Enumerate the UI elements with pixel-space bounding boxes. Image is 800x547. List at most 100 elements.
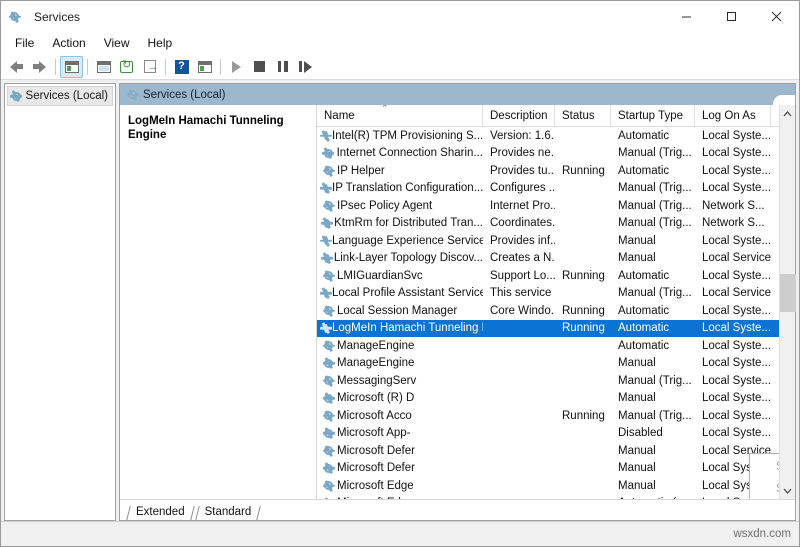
help-button[interactable]: ?: [170, 56, 193, 78]
scrollbar-thumb[interactable]: [780, 274, 796, 312]
column-header-name[interactable]: Name⌃: [317, 105, 483, 126]
cell-text: Coordinates...: [490, 217, 555, 229]
table-row[interactable]: ManageEngineAutomaticLocal Syste...: [317, 337, 779, 355]
cell-logon: Local Syste...: [695, 410, 771, 422]
cell-name: Link-Layer Topology Discov...: [317, 252, 483, 264]
table-row[interactable]: Microsoft DeferManualLocal Syste...: [317, 460, 779, 478]
cell-description: Coordinates...: [483, 217, 555, 229]
table-row[interactable]: IPsec Policy AgentInternet Pro...Manual …: [317, 197, 779, 215]
cell-text: This service ...: [490, 287, 555, 299]
view-tabs: ExtendedStandard: [120, 499, 795, 520]
cell-startup: Manual (Trig...: [611, 375, 695, 387]
tab-standard[interactable]: Standard: [195, 505, 262, 520]
cell-text: Local Syste...: [702, 165, 771, 177]
column-header-description[interactable]: Description: [483, 105, 555, 126]
table-row[interactable]: ManageEngineManualLocal Syste...: [317, 355, 779, 373]
pause-service-button[interactable]: [271, 56, 294, 78]
cell-text: IP Translation Configuration...: [332, 182, 483, 194]
column-header-label: Status: [562, 110, 595, 122]
forward-button[interactable]: [28, 56, 51, 78]
cell-text: Microsoft Edge: [337, 497, 414, 499]
services-gear-icon: [324, 306, 333, 315]
close-button[interactable]: [754, 1, 799, 32]
cell-text: Disabled: [618, 427, 663, 439]
export-list-button[interactable]: [138, 56, 161, 78]
cell-logon: Local Service: [695, 252, 771, 264]
back-button[interactable]: [5, 56, 28, 78]
cell-text: Manual: [618, 480, 656, 492]
cell-name: Microsoft Edge: [317, 480, 483, 492]
table-row[interactable]: LogMeIn Hamachi Tunneling EngineRunningA…: [317, 320, 779, 338]
table-row[interactable]: Link-Layer Topology Discov...Creates a N…: [317, 250, 779, 268]
restart-service-button[interactable]: [294, 56, 317, 78]
services-gear-icon: [324, 289, 328, 298]
arrow-left-icon: [10, 61, 23, 73]
services-gear-icon: [10, 8, 27, 25]
cell-text: Local Syste...: [702, 375, 771, 387]
toolbar-separator-4: [220, 59, 221, 75]
services-gear-icon: [324, 201, 333, 210]
cell-text: Microsoft App-: [337, 427, 411, 439]
cell-text: Network S...: [702, 200, 765, 212]
scrollbar-track[interactable]: [780, 122, 796, 482]
cell-text: Local Syste...: [702, 182, 771, 194]
cell-name: Language Experience Service: [317, 235, 483, 247]
services-gear-icon: [324, 219, 330, 228]
cell-description: Provides ne...: [483, 147, 555, 159]
cell-name: KtmRm for Distributed Tran...: [317, 217, 483, 229]
column-header-log-on-as[interactable]: Log On As: [695, 105, 771, 126]
context-menu-item-label: Stop: [776, 483, 779, 495]
table-row[interactable]: IP HelperProvides tu...RunningAutomaticL…: [317, 162, 779, 180]
table-row[interactable]: Language Experience Service Provides inf.…: [317, 232, 779, 250]
cell-logon: Local Syste...: [695, 130, 771, 142]
table-row[interactable]: Internet Connection Sharin...Provides ne…: [317, 145, 779, 163]
table-row[interactable]: Local Session ManagerCore Windo...Runnin…: [317, 302, 779, 320]
stop-service-button[interactable]: [248, 56, 271, 78]
table-row[interactable]: Microsoft AccoRunningManual (Trig...Loca…: [317, 407, 779, 425]
table-row[interactable]: MessagingServ Manual (Trig... Local Syste.…: [317, 372, 779, 390]
table-row[interactable]: Intel(R) TPM Provisioning S...Version: 1…: [317, 127, 779, 145]
cell-text: Manual (Trig...: [618, 200, 692, 212]
table-row[interactable]: KtmRm for Distributed Tran... Coordinates…: [317, 215, 779, 233]
pane-content: LogMeIn Hamachi Tunneling Engine Name⌃De…: [120, 105, 795, 499]
show-action-pane-button[interactable]: [193, 56, 216, 78]
table-row[interactable]: IP Translation Configuration...Configure…: [317, 180, 779, 198]
cell-name: LogMeIn Hamachi Tunneling Engine: [317, 322, 483, 334]
cell-text: Local Syste...: [702, 270, 771, 282]
services-gear-icon: [324, 271, 333, 280]
cell-text: MessagingServ: [337, 375, 416, 387]
menu-file[interactable]: File: [6, 34, 43, 52]
menu-help[interactable]: Help: [139, 34, 182, 52]
scroll-up-button[interactable]: [780, 105, 796, 122]
scroll-down-button[interactable]: [780, 482, 796, 499]
column-header-status[interactable]: Status: [555, 105, 611, 126]
table-row[interactable]: Microsoft DeferManualLocal Service: [317, 442, 779, 460]
services-gear-icon: [324, 149, 333, 158]
cell-description: This service ...: [483, 287, 555, 299]
minimize-button[interactable]: [664, 1, 709, 32]
refresh-button[interactable]: [115, 56, 138, 78]
tree-item-services-local[interactable]: Services (Local): [7, 86, 113, 106]
cell-logon: Local Syste...: [695, 270, 771, 282]
tab-extended[interactable]: Extended: [126, 505, 195, 520]
cell-text: Internet Pro...: [490, 200, 555, 212]
column-header-label: Startup Type: [618, 110, 683, 122]
table-row[interactable]: Microsoft EdgeAutomatic (...Local Syste.…: [317, 495, 779, 500]
cell-text: Manual: [618, 392, 656, 404]
table-row[interactable]: Microsoft (R) DManualLocal Syste...: [317, 390, 779, 408]
cell-text: Provides inf...: [490, 235, 555, 247]
column-header-startup-type[interactable]: Startup Type: [611, 105, 695, 126]
table-row[interactable]: LMIGuardianSvcSupport Lo...RunningAutoma…: [317, 267, 779, 285]
table-row[interactable]: Microsoft App-DisabledLocal Syste...: [317, 425, 779, 443]
start-service-button[interactable]: [225, 56, 248, 78]
show-hide-console-tree-button[interactable]: [60, 56, 83, 78]
maximize-button[interactable]: [709, 1, 754, 32]
table-row[interactable]: Microsoft EdgeManualLocal Syste...: [317, 477, 779, 495]
properties-button[interactable]: [92, 56, 115, 78]
menu-action[interactable]: Action: [43, 34, 94, 52]
table-row[interactable]: Local Profile Assistant ServiceThis serv…: [317, 285, 779, 303]
menu-view[interactable]: View: [95, 34, 139, 52]
cell-logon: Network S...: [695, 200, 771, 212]
vertical-scrollbar[interactable]: [779, 105, 795, 499]
cell-text: IP Helper: [337, 165, 385, 177]
